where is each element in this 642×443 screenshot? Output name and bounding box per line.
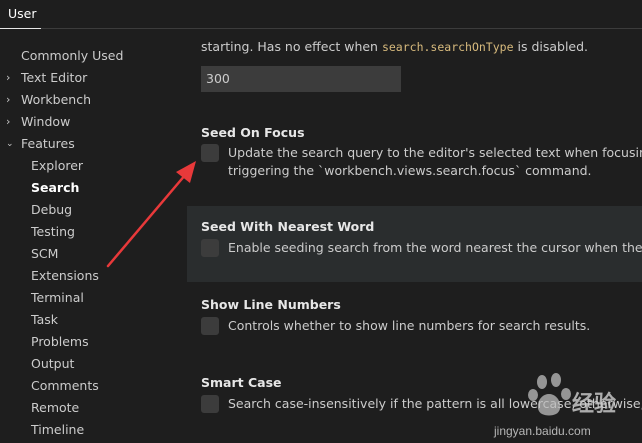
toc-item-output[interactable]: Output [0,353,190,375]
toc-item-label: Comments [31,378,99,393]
setting-seed-with-nearest-word: Seed With Nearest Word Enable seeding se… [187,206,642,282]
toc-item-label: Workbench [21,92,91,107]
seed-on-focus-checkbox[interactable] [201,144,219,162]
toc-item-timeline[interactable]: Timeline [0,419,190,441]
setting-title: Seed With Nearest Word [201,219,375,234]
toc-item-label: Testing [31,224,75,239]
toc-item-label: Problems [31,334,89,349]
toc-item-label: Debug [31,202,73,217]
toc-item-workbench[interactable]: › Workbench [0,89,190,111]
toc-item-label: Commonly Used [21,48,124,63]
toc-item-label: SCM [31,246,59,261]
settings-toc-sidebar: Commonly Used › Text Editor › Workbench … [0,30,190,443]
smart-case-checkbox[interactable] [201,395,219,413]
setting-description: starting. Has no effect when search.sear… [201,39,588,54]
toc-item-label: Search [31,180,80,195]
toc-item-label: Features [21,136,75,151]
chevron-down-icon: ⌄ [6,139,14,149]
watermark-brand-text: 经验 [572,392,617,417]
toc-item-terminal[interactable]: Terminal [0,287,190,309]
toc-item-commonly-used[interactable]: Commonly Used [0,45,190,67]
toc-item-remote[interactable]: Remote [0,397,190,419]
setting-description-line1: Controls whether to show line numbers fo… [228,318,591,333]
setting-title: Seed On Focus [201,125,305,140]
toc-item-label: Remote [31,400,80,415]
toc-item-problems[interactable]: Problems [0,331,190,353]
toc-item-label: Output [31,356,75,371]
show-line-numbers-checkbox[interactable] [201,317,219,335]
chevron-right-icon: › [6,93,11,106]
toc-item-label: Explorer [31,158,84,173]
seed-with-nearest-word-checkbox[interactable] [201,239,219,257]
toc-item-debug[interactable]: Debug [0,199,190,221]
settings-scope-bar: User [0,0,642,29]
desc-text: is disabled. [513,39,589,54]
chevron-right-icon: › [6,71,11,84]
setting-description-line1: Enable seeding search from the word near… [228,240,642,255]
watermark-url-text: jingyan.baidu.com [494,424,591,438]
toc-item-label: Window [21,114,71,129]
toc-item-explorer[interactable]: Explorer [0,155,190,177]
chevron-right-icon: › [6,115,11,128]
setting-code-reference: search.searchOnType [381,40,514,54]
toc-item-window[interactable]: › Window [0,111,190,133]
setting-title: Show Line Numbers [201,297,341,312]
toc-item-label: Timeline [31,422,85,437]
setting-description-line2: triggering the `workbench.views.search.f… [228,163,592,178]
toc-item-scm[interactable]: SCM [0,243,190,265]
toc-item-comments[interactable]: Comments [0,375,190,397]
toc-item-features[interactable]: ⌄ Features [0,133,190,155]
toc-item-task[interactable]: Task [0,309,190,331]
toc-item-testing[interactable]: Testing [0,221,190,243]
setting-description-line1: Update the search query to the editor's … [228,145,642,160]
toc-item-label: Text Editor [21,70,88,85]
setting-title: Smart Case [201,375,282,390]
toc-item-label: Extensions [31,268,99,283]
debounce-number-input[interactable]: 300 [201,66,401,92]
toc-item-search[interactable]: Search [0,177,190,199]
setting-show-line-numbers: Show Line Numbers Controls whether to sh… [187,284,642,360]
tab-user[interactable]: User [0,0,41,29]
baidu-jingyan-watermark: 经验 jingyan.baidu.com [486,372,642,443]
desc-text: starting. Has no effect when [201,39,382,54]
toc-item-label: Task [31,312,58,327]
setting-seed-on-focus: Seed On Focus Update the search query to… [187,116,642,202]
toc-item-text-editor[interactable]: › Text Editor [0,67,190,89]
toc-item-extensions[interactable]: Extensions [0,265,190,287]
toc-item-label: Terminal [31,290,84,305]
